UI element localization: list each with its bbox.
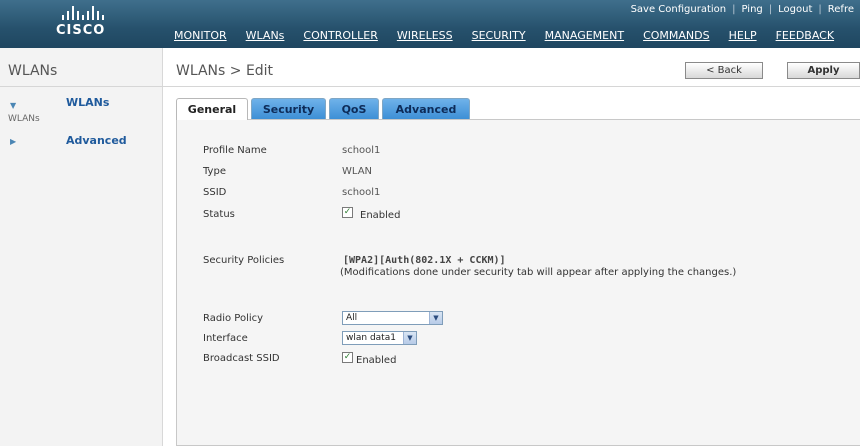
tab-general[interactable]: General [176,98,248,120]
ssid-label: SSID [203,187,227,198]
ping-link[interactable]: Ping [736,4,769,15]
menu-security[interactable]: SECURITY [472,29,526,42]
menu-feedback[interactable]: FEEDBACK [776,29,834,42]
divider [0,86,163,87]
ssid-value: school1 [342,187,381,198]
sidebar: WLANs ▼ WLANs WLANs ▶ Advanced [0,48,163,446]
interface-select[interactable]: wlan data1 ▼ [342,331,417,345]
menu-wlans[interactable]: WLANs [246,29,285,42]
save-configuration-link[interactable]: Save Configuration [625,4,733,15]
utility-links: Save Configuration | Ping | Logout | Ref… [625,4,860,15]
security-policies-label: Security Policies [203,255,285,266]
broadcast-ssid-label: Broadcast SSID [203,353,280,364]
menu-commands[interactable]: COMMANDS [643,29,710,42]
broadcast-ssid-checkbox[interactable]: ✓ [342,352,353,363]
radio-policy-label: Radio Policy [203,313,264,324]
tab-qos[interactable]: QoS [329,98,379,119]
check-icon: ✓ [343,352,352,362]
back-button[interactable]: < Back [685,62,763,79]
sidebar-item-wlans[interactable]: WLANs [66,96,109,109]
status-enabled-label: Enabled [360,210,401,221]
sidebar-title: WLANs [8,63,58,79]
chevron-down-icon[interactable]: ▼ [429,312,442,324]
main-menu: MONITOR WLANs CONTROLLER WIRELESS SECURI… [174,29,853,42]
divider [163,86,860,87]
sidebar-subitem-wlans[interactable]: WLANs [8,114,40,124]
menu-wireless[interactable]: WIRELESS [397,29,453,42]
tab-security[interactable]: Security [251,98,326,119]
profile-name-label: Profile Name [203,145,267,156]
cisco-logo-bars-icon [62,6,104,20]
sidebar-item-advanced[interactable]: Advanced [66,134,127,147]
logo-text: CISCO [56,23,106,38]
broadcast-ssid-enabled-label: Enabled [356,355,397,366]
refresh-link[interactable]: Refre [822,4,860,15]
menu-controller[interactable]: CONTROLLER [303,29,377,42]
chevron-down-icon[interactable]: ▼ [403,332,416,344]
security-policies-value: [WPA2][Auth(802.1X + CCKM)] [343,255,506,266]
radio-policy-value: All [346,313,358,323]
apply-button[interactable]: Apply [787,62,860,79]
cisco-logo: CISCO [56,6,116,42]
interface-value: wlan data1 [346,333,396,343]
top-header: CISCO Save Configuration | Ping | Logout… [0,0,860,48]
logout-link[interactable]: Logout [772,4,818,15]
profile-name-value: school1 [342,145,381,156]
menu-monitor[interactable]: MONITOR [174,29,227,42]
status-label: Status [203,209,235,220]
collapsed-arrow-icon[interactable]: ▶ [10,137,16,146]
menu-help[interactable]: HELP [729,29,757,42]
tab-advanced[interactable]: Advanced [382,98,470,119]
type-value: WLAN [342,166,373,177]
security-note: (Modifications done under security tab w… [340,267,737,278]
check-icon: ✓ [343,207,352,217]
general-tab-panel [176,119,860,446]
status-checkbox[interactable]: ✓ [342,207,353,218]
menu-management[interactable]: MANAGEMENT [545,29,624,42]
type-label: Type [203,166,226,177]
interface-label: Interface [203,333,248,344]
radio-policy-select[interactable]: All ▼ [342,311,443,325]
expanded-arrow-icon[interactable]: ▼ [10,101,16,110]
page-title: WLANs > Edit [176,63,274,79]
